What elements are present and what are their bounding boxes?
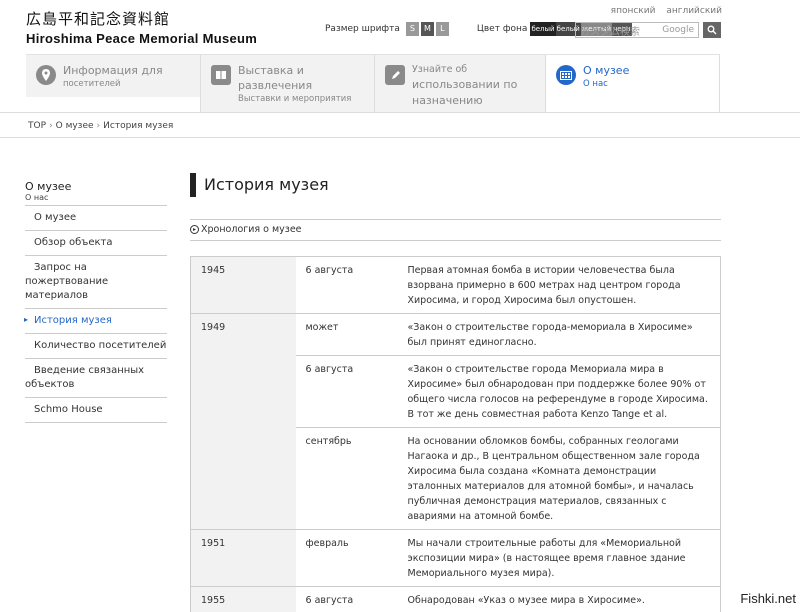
sidebar-item-related[interactable]: Введение связанных объектов <box>25 359 167 398</box>
section-subhead: ▸ Хронология о музее <box>190 224 302 235</box>
table-row: 1955 6 августа Обнародован «Указ о музее… <box>190 586 721 612</box>
nav-visitor-info-title: Информация для <box>63 64 163 77</box>
nav-learning-title2: использовании по назначению <box>412 78 518 107</box>
divider <box>190 240 721 241</box>
table-row: 1951 февраль Мы начали строительные рабо… <box>190 529 721 587</box>
sidebar-subtitle: О нас <box>25 193 49 202</box>
year-cell: 1949 <box>190 313 296 530</box>
pencil-icon <box>385 65 405 85</box>
search-icon <box>707 25 717 35</box>
date-cell: 6 августа <box>295 256 398 314</box>
date-cell: может <box>295 313 398 356</box>
font-size-m-button[interactable]: M <box>420 22 434 36</box>
sidebar-item-donation[interactable]: Запрос на пожертвование материалов <box>25 256 167 309</box>
description-cell: На основании обломков бомбы, собранных г… <box>397 427 721 530</box>
sidebar-item-related-label: Введение связанных объектов <box>25 365 145 390</box>
language-links: японский английский <box>603 6 722 16</box>
date-cell: 6 августа <box>295 355 398 428</box>
logo-english: Hiroshima Peace Memorial Museum <box>26 31 258 46</box>
history-table: 1945 6 августа Первая атомная бомба в ис… <box>190 256 721 612</box>
sidebar-title[interactable]: О музее <box>25 180 167 193</box>
page-title: История музея <box>190 173 329 197</box>
map-pin-icon <box>36 65 56 85</box>
nav-learning[interactable]: Узнайте об использовании по назначению <box>375 55 546 113</box>
description-cell: «Закон о строительстве города Мемориала … <box>397 355 721 428</box>
date-cell: февраль <box>295 529 398 587</box>
description-cell: «Закон о строительстве города-мемориала … <box>397 313 721 356</box>
nav-visitor-info[interactable]: Информация для посетителей <box>26 55 201 113</box>
nav-exhibitions-sub: Выставки и мероприятия <box>238 94 352 104</box>
book-icon <box>211 65 231 85</box>
date-cell: 6 августа <box>295 586 398 612</box>
divider <box>0 137 800 138</box>
lang-japanese-link[interactable]: японский <box>611 6 656 16</box>
watermark: Fishki.net <box>740 591 796 606</box>
nav-about[interactable]: О музее О нас <box>546 55 720 113</box>
logo-japanese: 広島平和記念資料館 <box>26 10 171 28</box>
sidebar-item-donation-label: Запрос на пожертвование материалов <box>25 262 109 301</box>
date-cell: сентябрь <box>295 427 398 530</box>
font-size-label: Размер шрифта <box>325 24 400 34</box>
nav-exhibitions[interactable]: Выставка и развлечения Выставки и меропр… <box>201 55 375 113</box>
table-row: 1949 может «Закон о строительстве города… <box>190 313 721 530</box>
search-input[interactable]: カスタム検索 Google <box>575 22 699 38</box>
search-placeholder: カスタム検索 <box>580 26 640 38</box>
sidebar-list: О музее Обзор объекта Запрос на пожертво… <box>24 205 167 423</box>
divider <box>190 219 721 220</box>
main-navigation: Информация для посетителей Выставка и ра… <box>26 54 720 113</box>
table-row: 1945 6 августа Первая атомная бомба в ис… <box>190 256 721 314</box>
nav-about-sub: О нас <box>583 79 608 89</box>
font-size-l-button[interactable]: L <box>435 22 449 36</box>
google-brand: Google <box>662 25 694 35</box>
year-cell: 1951 <box>190 529 296 587</box>
year-cell: 1945 <box>190 256 296 314</box>
sidebar: О музее О нас О музее Обзор объекта Запр… <box>24 180 167 423</box>
nav-learning-title: Узнайте об <box>412 64 468 75</box>
site-logo[interactable]: 広島平和記念資料館 Hiroshima Peace Memorial Museu… <box>26 8 257 46</box>
nav-exhibitions-title: Выставка и развлечения <box>238 64 313 92</box>
description-cell: Мы начали строительные работы для «Мемор… <box>397 529 721 587</box>
sidebar-item-schmo-house[interactable]: Schmo House <box>25 398 167 423</box>
search-button[interactable] <box>703 22 721 38</box>
year-cell: 1955 <box>190 586 296 612</box>
breadcrumb: TOP › О музее › История музея <box>28 121 174 131</box>
font-size-s-button[interactable]: S <box>405 22 419 36</box>
building-icon <box>556 65 576 85</box>
breadcrumb-top[interactable]: TOP <box>28 121 46 131</box>
lang-english-link[interactable]: английский <box>666 6 722 16</box>
sidebar-item-visitors[interactable]: Количество посетителей <box>25 334 167 359</box>
breadcrumb-current: История музея <box>103 121 174 131</box>
bg-color-label: Цвет фона <box>476 24 528 34</box>
sidebar-item-overview[interactable]: Обзор объекта <box>25 231 167 256</box>
description-cell: Первая атомная бомба в истории человечес… <box>397 256 721 314</box>
nav-about-title: О музее <box>583 64 630 77</box>
description-cell: Обнародован «Указ о музее мира в Хиросим… <box>397 586 721 612</box>
breadcrumb-about[interactable]: О музее <box>56 121 94 131</box>
bg-white-button[interactable]: белый <box>530 22 556 36</box>
sidebar-item-about[interactable]: О музее <box>25 206 167 231</box>
chevron-circle-icon: ▸ <box>190 225 199 234</box>
nav-visitor-info-sub: посетителей <box>63 79 121 89</box>
section-subhead-label: Хронология о музее <box>201 224 302 235</box>
search-form: カスタム検索 Google <box>575 22 721 38</box>
sidebar-item-history[interactable]: История музея <box>24 309 167 334</box>
